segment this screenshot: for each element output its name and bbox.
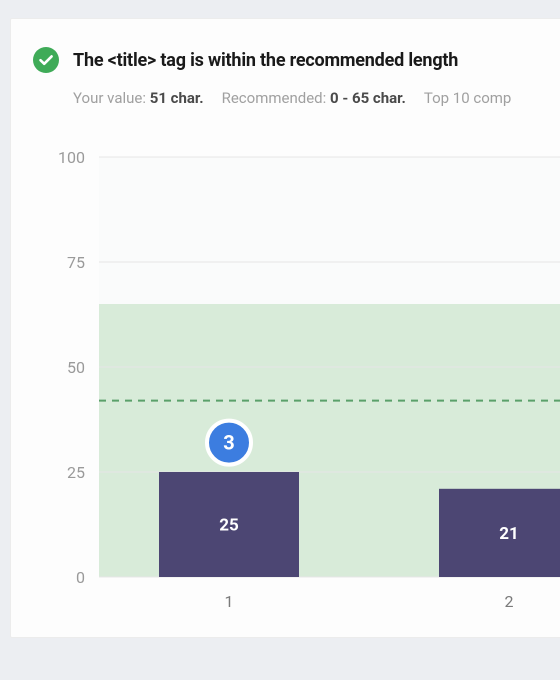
top10-stat: Top 10 comp [424, 89, 512, 107]
y-tick-label: 100 [58, 148, 85, 167]
check-circle-icon [33, 47, 59, 73]
recommended-label: Recommended: [222, 89, 327, 107]
card-header: The <title> tag is within the recommende… [33, 47, 560, 73]
audit-card: The <title> tag is within the recommende… [10, 18, 560, 638]
y-tick-label: 25 [67, 463, 85, 482]
your-value-stat: Your value: 51 char. [73, 89, 204, 107]
chart: 0 25 50 75 100 25 1 21 2 3 [39, 147, 560, 637]
y-tick-label: 75 [67, 253, 85, 272]
x-tick-label: 1 [225, 592, 234, 611]
recommended-stat: Recommended: 0 - 65 char. [222, 89, 406, 107]
chart-svg: 0 25 50 75 100 25 1 21 2 3 [39, 147, 560, 637]
your-value: 51 char. [150, 89, 204, 107]
marker-label: 3 [223, 431, 234, 455]
your-value-label: Your value: [73, 89, 146, 107]
y-tick-label: 0 [76, 568, 85, 587]
card-title: The <title> tag is within the recommende… [73, 50, 458, 71]
y-tick-label: 50 [67, 358, 85, 377]
bar-value-label: 25 [219, 516, 239, 536]
x-tick-label: 2 [505, 592, 514, 611]
stats-row: Your value: 51 char. Recommended: 0 - 65… [73, 89, 560, 107]
recommended-value: 0 - 65 char. [330, 89, 406, 107]
bar-value-label: 21 [499, 524, 519, 544]
